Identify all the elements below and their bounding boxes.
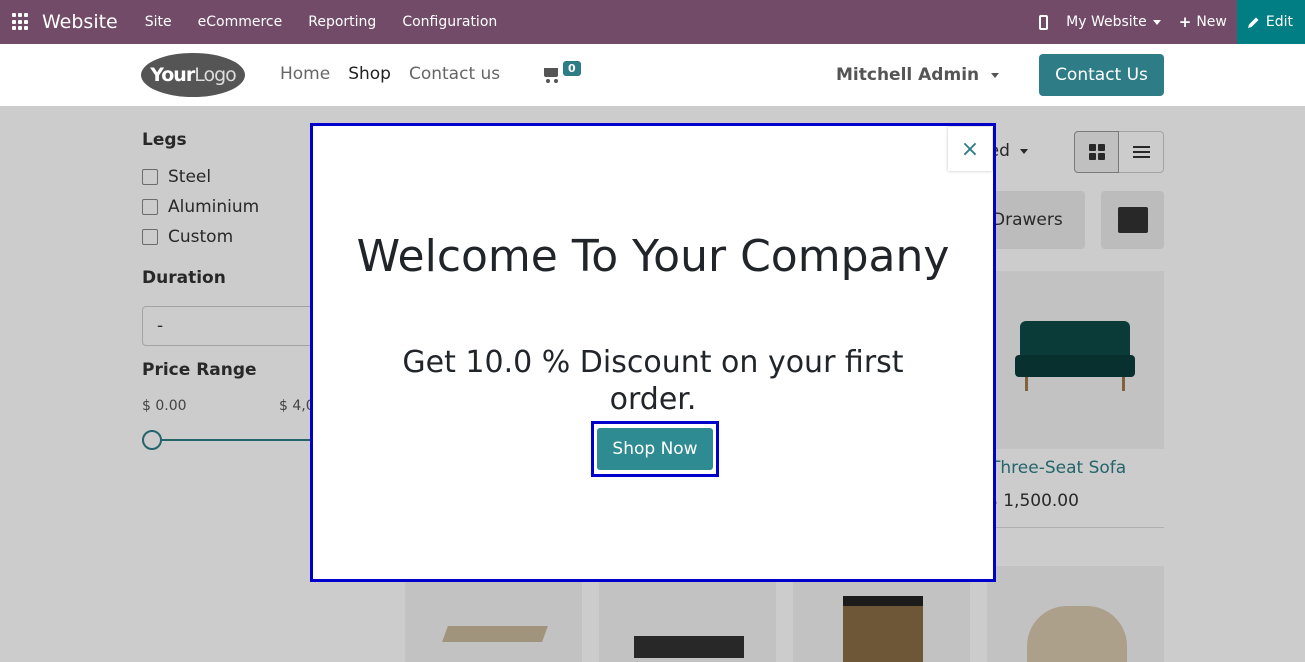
menu-ecommerce[interactable]: eCommerce bbox=[185, 14, 296, 30]
new-button[interactable]: + New bbox=[1179, 13, 1227, 31]
new-button-label: New bbox=[1196, 14, 1227, 30]
website-header: Your Logo Home Shop Contact us 0 Mitchell… bbox=[0, 44, 1305, 106]
logo-text-bold: Your bbox=[150, 64, 195, 86]
nav-contact[interactable]: Contact us bbox=[409, 64, 500, 84]
cart-icon[interactable] bbox=[542, 66, 558, 83]
edit-button-label: Edit bbox=[1265, 14, 1293, 30]
apps-grid-icon[interactable] bbox=[12, 13, 30, 31]
admin-bar: Website Site eCommerce Reporting Configu… bbox=[0, 0, 1305, 44]
user-menu[interactable]: Mitchell Admin bbox=[836, 65, 1000, 85]
menu-reporting[interactable]: Reporting bbox=[295, 14, 389, 30]
admin-menu: Site eCommerce Reporting Configuration bbox=[132, 14, 511, 30]
modal-subtitle: Get 10.0 % Discount on your first order. bbox=[402, 345, 904, 417]
cart-count-badge: 0 bbox=[563, 61, 581, 76]
edit-button[interactable]: Edit bbox=[1236, 0, 1305, 44]
menu-configuration[interactable]: Configuration bbox=[389, 14, 510, 30]
website-selector-label: My Website bbox=[1066, 14, 1147, 30]
main-nav: Home Shop Contact us bbox=[280, 64, 500, 84]
modal-title: Welcome To Your Company bbox=[356, 231, 950, 282]
chevron-down-icon bbox=[991, 72, 1000, 78]
nav-home[interactable]: Home bbox=[280, 64, 330, 84]
admin-bar-right: My Website + New Edit bbox=[1039, 0, 1305, 44]
shop-now-button[interactable]: Shop Now bbox=[597, 428, 713, 470]
mobile-preview-icon[interactable] bbox=[1039, 14, 1049, 30]
shop-now-highlight: Shop Now bbox=[591, 421, 719, 477]
user-name: Mitchell Admin bbox=[836, 65, 980, 85]
site-logo[interactable]: Your Logo bbox=[141, 53, 245, 97]
app-brand[interactable]: Website bbox=[42, 11, 118, 33]
close-icon[interactable]: × bbox=[948, 127, 992, 171]
website-selector[interactable]: My Website bbox=[1066, 14, 1161, 30]
pencil-icon bbox=[1247, 17, 1259, 28]
logo-text-light: Logo bbox=[194, 64, 237, 86]
contact-us-button[interactable]: Contact Us bbox=[1039, 54, 1164, 96]
menu-site[interactable]: Site bbox=[132, 14, 185, 30]
plus-icon: + bbox=[1178, 13, 1192, 31]
chevron-down-icon bbox=[1152, 19, 1161, 25]
popup-modal: × Welcome To Your Company Get 10.0 % Dis… bbox=[310, 123, 996, 582]
nav-shop[interactable]: Shop bbox=[348, 64, 391, 84]
